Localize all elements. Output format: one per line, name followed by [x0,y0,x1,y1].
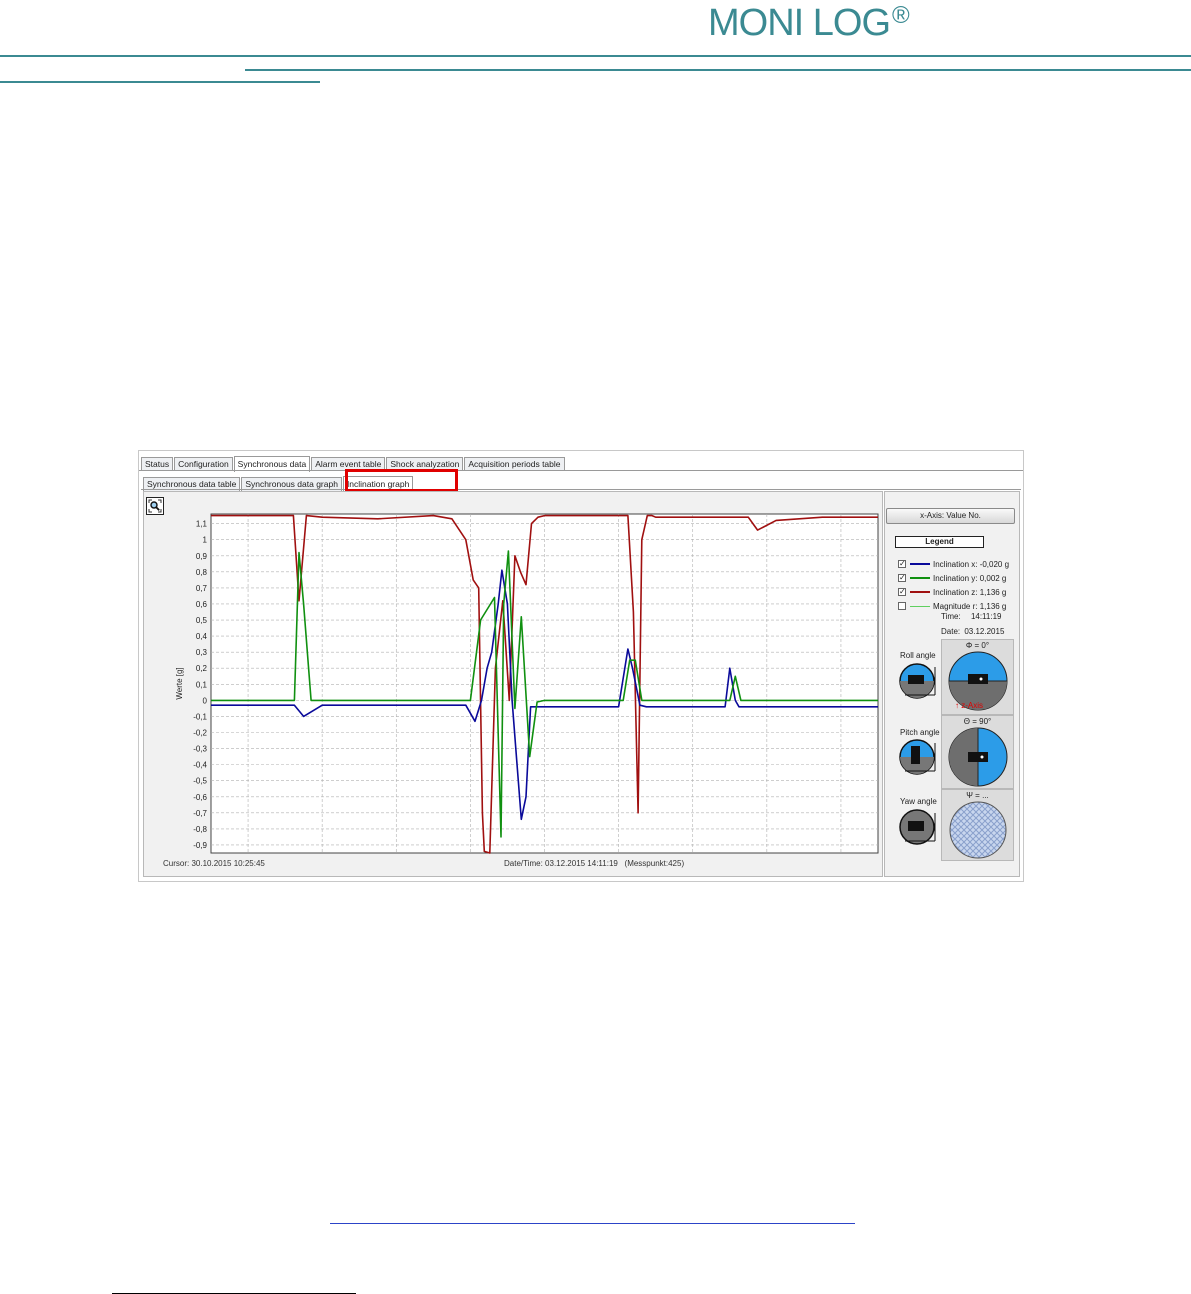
roll-orientation-icon [899,663,936,699]
yaw-orientation-icon [899,809,936,845]
header-divider-lower [245,69,1191,71]
legend-item-y: ✓ Inclination y: 0,002 g [898,572,1006,584]
legend-swatch-z [910,591,930,593]
pitch-angle-panel: Θ = 90° [941,715,1014,789]
y-tick-label: -0,9 [193,841,207,850]
y-tick-label: 0,6 [196,600,208,609]
roll-angle-value: Φ = 0° [965,641,990,650]
header-accent-bar [0,81,320,83]
date-label: Date: [941,627,961,636]
legend-item-x: ✓ Inclination x: -0,020 g [898,558,1009,570]
legend-checkbox-y[interactable]: ✓ [898,574,906,582]
y-tick-label: 0,9 [196,552,208,561]
legend-label-magnitude: Magnitude r: 1,136 g [933,601,1007,611]
y-tick-label: 0,7 [196,584,208,593]
main-tab-divider [139,470,1023,471]
side-pane: x-Axis: Value No. Legend ✓ Inclination x… [884,491,1020,877]
pitch-angle-value: Θ = 90° [963,717,992,726]
yaw-angle-dial [949,801,1007,859]
y-tick-label: -0,5 [193,777,207,786]
yaw-angle-label: Yaw angle [900,797,937,806]
date-value: 03.12.2015 [964,627,1005,636]
z-axis-label: ↑ z-Axis [955,701,983,710]
y-tick-label: -0,8 [193,825,207,834]
inclination-chart[interactable]: 1,1 1 0,9 0,8 0,7 0,6 0,5 0,4 0,3 0,2 0,1 0 -0,1 -0,2… [144,492,882,856]
x-axis-toggle-button[interactable]: x-Axis: Value No. [886,508,1015,524]
tab-acquisition-periods-table[interactable]: Acquisition periods table [464,457,565,471]
pitch-angle-dial [948,727,1008,787]
y-axis-label: Werte [g] [175,667,184,699]
legend-checkbox-x[interactable]: ✓ [898,560,906,568]
legend-checkbox-magnitude[interactable] [898,602,906,610]
y-tick-label: -0,2 [193,729,207,738]
y-tick-label: 0,8 [196,568,208,577]
header-divider [0,55,1191,57]
legend-label-x: Inclination x: -0,020 g [933,559,1010,569]
time-readout: Time: 14:11:19 [941,612,1001,621]
legend-item-z: ✓ Inclination z: 1,136 g [898,586,1006,598]
y-tick-label: 1 [203,536,208,545]
date-readout: Date: 03.12.2015 [941,627,1004,636]
legend-swatch-magnitude [910,605,930,607]
y-tick-label: 0,4 [196,632,208,641]
registered-mark: ® [892,2,910,29]
hyperlink-underline[interactable] [330,1223,855,1224]
tab-status[interactable]: Status [141,457,174,471]
legend-checkbox-z[interactable]: ✓ [898,588,906,596]
legend-title: Legend [895,536,984,548]
legend-item-magnitude: Magnitude r: 1,136 g [898,600,1006,612]
yaw-angle-value: Ψ = ... [966,791,989,800]
time-value: 14:11:19 [970,612,1002,621]
y-tick-label: 0,1 [196,680,208,689]
pitch-orientation-icon [899,739,936,775]
highlight-box [345,469,458,492]
yaw-angle-panel: Ψ = ... [941,789,1014,861]
app-window: Status Configuration Synchronous data Al… [138,450,1024,882]
y-tick-label: 0,3 [196,648,208,657]
legend-swatch-y [910,577,930,579]
y-tick-label: 0 [203,696,208,705]
sub-tab-divider [141,489,1021,490]
roll-angle-label: Roll angle [900,651,936,660]
y-tick-label: 1,1 [196,520,208,529]
y-tick-label: -0,6 [193,793,207,802]
y-tick-label: 0,2 [196,664,208,673]
legend-swatch-x [910,563,930,565]
legend-label-z: Inclination z: 1,136 g [933,587,1007,597]
monilog-logo: MONI LOG ® [708,0,910,46]
y-tick-label: -0,3 [193,745,207,754]
tab-configuration[interactable]: Configuration [174,457,233,471]
pitch-angle-label: Pitch angle [900,728,940,737]
y-tick-label: 0,5 [196,616,208,625]
y-tick-label: -0,7 [193,809,207,818]
chart-pane: 1,1 1 0,9 0,8 0,7 0,6 0,5 0,4 0,3 0,2 0,1 0 -0,1 -0,2… [143,491,883,877]
logo-text: MONI LOG [708,2,891,44]
y-tick-label: -0,4 [193,761,207,770]
time-label: Time: [941,612,961,621]
legend-label-y: Inclination y: 0,002 g [933,573,1007,583]
y-tick-label: -0,1 [193,712,207,721]
datetime-readout: Date/Time: 03.12.2015 14:11:19 (Messpunk… [504,859,685,868]
cursor-readout: Cursor: 30.10.2015 10:25:45 [163,859,265,868]
